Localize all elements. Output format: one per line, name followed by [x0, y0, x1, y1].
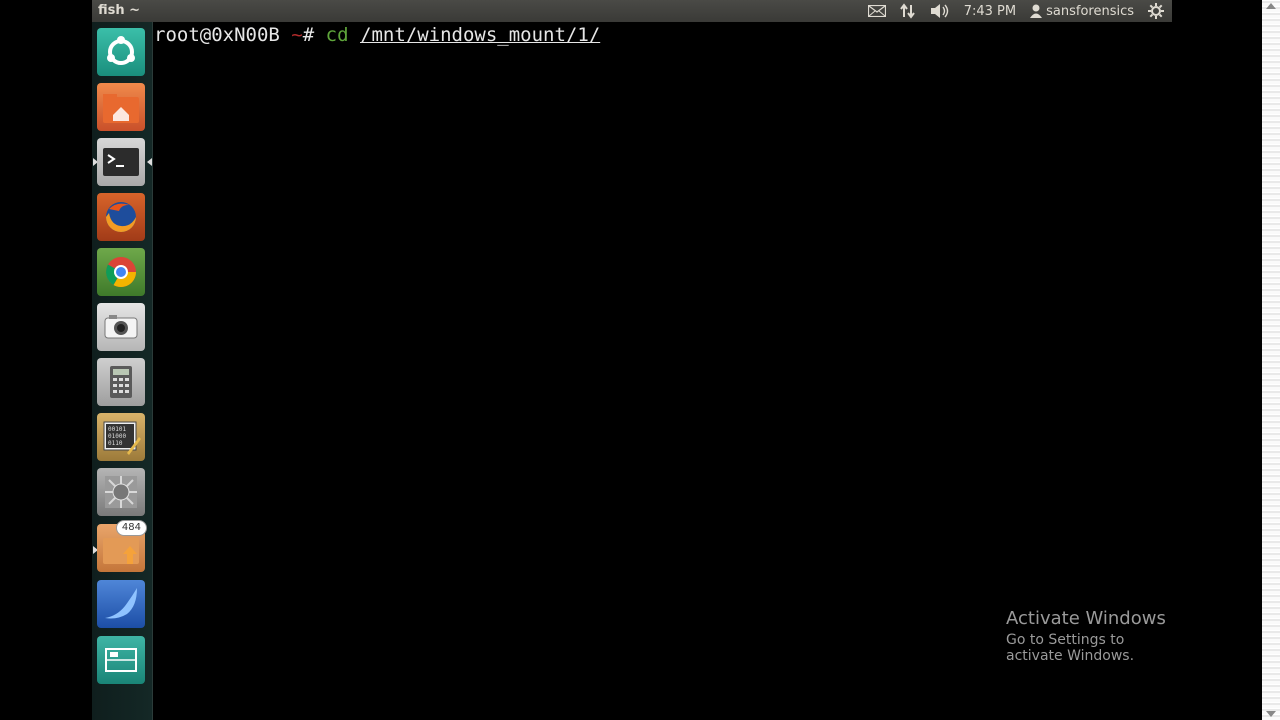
focused-indicator: [147, 158, 152, 166]
gear-icon[interactable]: [1148, 3, 1164, 19]
launcher-item-workspaces[interactable]: [97, 636, 145, 684]
mail-icon[interactable]: [867, 5, 886, 17]
watermark-title: Activate Windows: [1006, 608, 1166, 629]
volume-icon[interactable]: [930, 3, 950, 19]
watermark-subtitle: Go to Settings to activate Windows.: [1006, 632, 1135, 664]
workspace-switcher-icon: [97, 636, 145, 684]
launcher-item-dash[interactable]: [97, 28, 145, 76]
launcher-item-firefox[interactable]: [97, 193, 145, 241]
launcher: 00101 01000 0110 484: [92, 22, 153, 720]
launcher-item-update-folder[interactable]: 484: [93, 520, 147, 572]
launcher-item-wireshark[interactable]: [97, 580, 145, 628]
launcher-item-hex-editor[interactable]: 00101 01000 0110: [97, 413, 145, 461]
user-menu[interactable]: sansforensics: [1030, 4, 1134, 19]
prompt-host: root@0xN00B: [154, 24, 280, 46]
user-icon: [1030, 4, 1043, 18]
launcher-item-calculator[interactable]: [97, 358, 145, 406]
hex-editor-icon: 00101 01000 0110: [97, 413, 145, 461]
window-title: fish ~: [98, 3, 141, 18]
network-icon[interactable]: [899, 3, 916, 19]
launcher-item-forensics-tool[interactable]: [97, 468, 145, 516]
svg-text:0110: 0110: [108, 440, 123, 447]
launcher-item-files[interactable]: [97, 83, 145, 131]
svg-text:01000: 01000: [108, 433, 126, 440]
firefox-icon: [97, 193, 145, 241]
command-argument: /mnt/windows_mount/1/: [360, 24, 601, 46]
launcher-badge: 484: [115, 520, 147, 536]
prompt-cwd: ~: [291, 24, 303, 46]
wireshark-icon: [97, 580, 145, 628]
top-panel: fish ~ 7:43 PM sansforensics: [92, 0, 1172, 22]
camera-icon: [97, 303, 145, 351]
command-text: cd: [325, 24, 349, 46]
indicator-area: 7:43 PM sansforensics: [867, 0, 1164, 22]
launcher-item-terminal[interactable]: [93, 138, 152, 186]
files-home-folder-icon: [97, 83, 145, 131]
chrome-icon: [97, 248, 145, 296]
left-letterbox: [0, 0, 92, 720]
scroll-up-icon[interactable]: [1266, 3, 1276, 9]
forensics-tool-icon: [97, 468, 145, 516]
launcher-item-chrome[interactable]: [97, 248, 145, 296]
svg-text:00101: 00101: [108, 426, 126, 433]
launcher-item-camera[interactable]: [97, 303, 145, 351]
scroll-down-icon[interactable]: [1266, 711, 1276, 717]
terminal-icon: [97, 138, 145, 186]
user-name: sansforensics: [1046, 3, 1134, 19]
scrollbar[interactable]: [1262, 0, 1280, 720]
prompt-line: root@0xN00B ~# cd /mnt/windows_mount/1/: [154, 24, 600, 46]
activation-watermark: Activate Windows Go to Settings to activ…: [1006, 608, 1172, 664]
ubuntu-home-icon: [97, 28, 145, 76]
desktop-screen: fish ~ 7:43 PM sansforensics 00101 01000…: [92, 0, 1172, 720]
prompt-symbol: #: [302, 24, 315, 46]
calculator-icon: [97, 358, 145, 406]
clock[interactable]: 7:43 PM: [964, 4, 1016, 19]
